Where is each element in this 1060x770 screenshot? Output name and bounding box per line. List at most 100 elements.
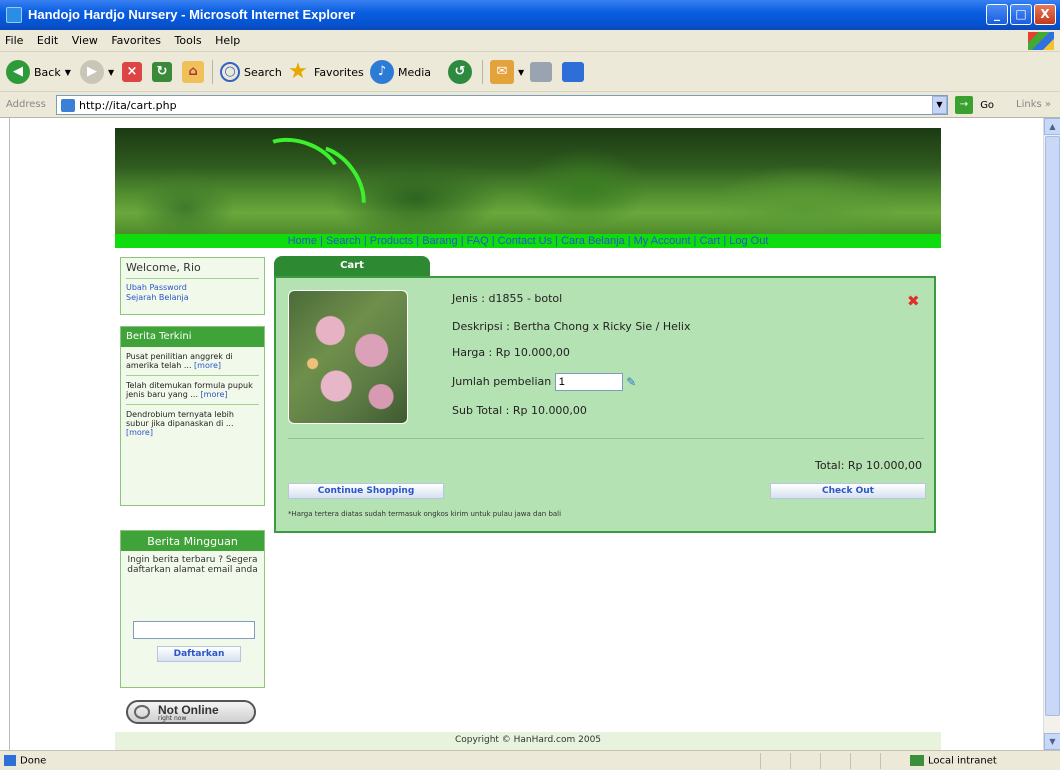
- search-label: Search: [244, 65, 282, 79]
- search-button[interactable]: ○ Search: [220, 58, 282, 86]
- links-button[interactable]: Links »: [1016, 99, 1051, 110]
- menu-help[interactable]: Help: [210, 30, 245, 47]
- welcome-box: Welcome, Rio Ubah Password Sejarah Belan…: [120, 257, 265, 315]
- back-dropdown-icon: ▼: [64, 67, 71, 77]
- back-button[interactable]: ◀ Back ▼: [6, 58, 71, 86]
- forward-arrow-icon: ▶: [80, 60, 104, 84]
- print-button[interactable]: [530, 58, 556, 86]
- quantity-input[interactable]: [554, 373, 623, 391]
- nav-cart[interactable]: Cart: [699, 235, 720, 247]
- chat-bubble-icon: [134, 705, 150, 719]
- nav-home[interactable]: Home: [288, 235, 317, 247]
- address-input[interactable]: http://ita/cart.php: [56, 95, 948, 115]
- change-password-link[interactable]: Ubah Password: [126, 283, 259, 293]
- scroll-thumb[interactable]: [1045, 136, 1060, 716]
- mail-dropdown-icon: ▼: [518, 67, 525, 77]
- news-item: Pusat penilitian anggrek di amerika tela…: [126, 347, 259, 376]
- checkout-button[interactable]: Check Out: [770, 483, 926, 499]
- toolbar: ◀ Back ▼ ▶ ▼ × ↻ ⌂ ○ Search ★ Favorites …: [0, 52, 1060, 92]
- status-done: Done: [4, 755, 46, 767]
- header-banner: [115, 126, 941, 241]
- news-more-link[interactable]: [more]: [126, 428, 153, 437]
- mail-button[interactable]: ✉ ▼: [490, 58, 524, 86]
- nav-search[interactable]: Search: [326, 235, 361, 247]
- page-viewport: Home | Search | Products | Barang | FAQ …: [9, 118, 1043, 750]
- minimize-button[interactable]: _: [986, 4, 1008, 25]
- scroll-up-icon[interactable]: ▲: [1044, 118, 1060, 135]
- refresh-button[interactable]: ↻: [152, 58, 176, 86]
- menu-file[interactable]: File: [0, 30, 28, 47]
- remove-item-icon[interactable]: ✖: [907, 292, 920, 310]
- close-button[interactable]: X: [1034, 4, 1056, 25]
- cart-panel: Jenis : d1855 - botol Deskripsi : Bertha…: [274, 276, 936, 533]
- news-more-link[interactable]: [more]: [201, 390, 228, 399]
- newsletter-text: Ingin berita terbaru ? Segera daftarkan …: [127, 555, 258, 575]
- menu-view[interactable]: View: [67, 30, 103, 47]
- news-heading: Berita Terkini: [121, 327, 264, 347]
- media-button[interactable]: ♪ Media: [370, 58, 431, 86]
- toolbar-separator: [482, 60, 483, 84]
- stop-button[interactable]: ×: [122, 58, 146, 86]
- edit-button[interactable]: [562, 58, 588, 86]
- home-button[interactable]: ⌂: [182, 58, 208, 86]
- status-cell: [820, 753, 821, 769]
- nav-faq[interactable]: FAQ: [467, 235, 489, 247]
- nav-log-out[interactable]: Log Out: [729, 235, 768, 247]
- product-price: Harga : Rp 10.000,00: [452, 346, 570, 359]
- print-icon: [530, 62, 552, 82]
- site-nav: Home | Search | Products | Barang | FAQ …: [115, 234, 941, 248]
- address-label: Address: [6, 99, 46, 110]
- address-bar: Address http://ita/cart.php ▼ → Go Links…: [0, 92, 1060, 118]
- menu-tools[interactable]: Tools: [170, 30, 207, 47]
- quantity-row: Jumlah pembelian ✎: [452, 373, 638, 391]
- refresh-icon: ↻: [152, 62, 172, 82]
- nav-my-account[interactable]: My Account: [634, 235, 691, 247]
- back-arrow-icon: ◀: [6, 60, 30, 84]
- maximize-button[interactable]: □: [1010, 4, 1032, 25]
- page-icon: [61, 99, 75, 112]
- favorites-button[interactable]: ★ Favorites: [286, 58, 364, 86]
- windows-logo-icon: [1028, 32, 1054, 50]
- history-icon: ↺: [448, 60, 472, 84]
- copyright-text: Copyright © HanHard.com 2005: [454, 735, 602, 745]
- product-type: Jenis : d1855 - botol: [452, 292, 563, 305]
- news-box: Berita Terkini Pusat penilitian anggrek …: [120, 326, 265, 506]
- status-bar: Done Local intranet: [0, 750, 1060, 770]
- media-label: Media: [398, 65, 432, 79]
- update-quantity-icon[interactable]: ✎: [626, 376, 638, 388]
- history-button[interactable]: ↺: [448, 58, 476, 86]
- stop-icon: ×: [122, 62, 142, 82]
- scroll-down-icon[interactable]: ▼: [1044, 733, 1060, 750]
- go-button[interactable]: → Go: [955, 96, 994, 114]
- continue-shopping-button[interactable]: Continue Shopping: [288, 483, 444, 499]
- quantity-label: Jumlah pembelian: [452, 375, 552, 388]
- address-url: http://ita/cart.php: [79, 99, 177, 112]
- chat-status-sub: right now: [158, 715, 187, 722]
- mail-icon: ✉: [490, 60, 514, 84]
- nav-contact-us[interactable]: Contact Us: [498, 235, 552, 247]
- forward-dropdown-icon: ▼: [108, 67, 115, 77]
- vertical-scrollbar[interactable]: ▲ ▼: [1043, 118, 1060, 750]
- news-text: Telah ditemukan formula pupuk jenis baru…: [126, 381, 253, 399]
- register-button[interactable]: Daftarkan: [157, 646, 241, 662]
- newsletter-heading: Berita Mingguan: [121, 531, 264, 551]
- purchase-history-link[interactable]: Sejarah Belanja: [126, 293, 259, 303]
- status-cell: [880, 753, 881, 769]
- back-label: Back: [34, 65, 61, 79]
- menu-edit[interactable]: Edit: [32, 30, 63, 47]
- cart-divider: [288, 438, 924, 439]
- status-cell: [760, 753, 761, 769]
- chat-status-button[interactable]: Not Online right now: [126, 700, 256, 724]
- forward-button[interactable]: ▶ ▼: [80, 58, 114, 86]
- toolbar-separator: [212, 60, 213, 84]
- address-dropdown-icon[interactable]: ▼: [932, 96, 947, 114]
- menu-favorites[interactable]: Favorites: [106, 30, 166, 47]
- nav-products[interactable]: Products: [370, 235, 413, 247]
- nav-cara-belanja[interactable]: Cara Belanja: [561, 235, 625, 247]
- nav-barang[interactable]: Barang: [422, 235, 457, 247]
- news-more-link[interactable]: [more]: [194, 361, 221, 370]
- news-item: Telah ditemukan formula pupuk jenis baru…: [126, 376, 259, 405]
- newsletter-email-input[interactable]: [133, 621, 255, 639]
- star-icon: ★: [288, 59, 308, 84]
- status-text: Done: [20, 755, 47, 767]
